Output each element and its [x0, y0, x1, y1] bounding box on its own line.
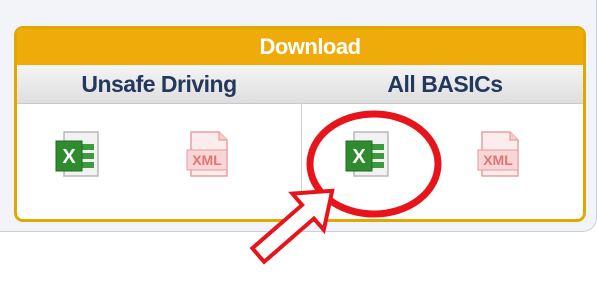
download-panel-container: Download Unsafe Driving All BASICs X XML… [0, 0, 597, 232]
unsafe-driving-xml-label: XML [192, 152, 222, 168]
unsafe-driving-excel-glyph: X [62, 146, 76, 168]
column-header-unsafe-driving: Unsafe Driving [81, 70, 237, 97]
all-basics-xml-label: XML [483, 152, 513, 168]
unsafe-driving-xml-download-button[interactable]: XML [183, 130, 231, 180]
column-divider [301, 103, 302, 219]
all-basics-excel-glyph: X [352, 146, 366, 168]
all-basics-xml-download-button[interactable]: XML [474, 130, 522, 180]
column-headers: Unsafe Driving All BASICs [17, 65, 583, 104]
excel-file-icon: X [55, 131, 99, 177]
download-box: Download Unsafe Driving All BASICs X XML… [14, 26, 586, 222]
column-header-all-basics: All BASICs [387, 70, 503, 97]
download-title: Download [259, 34, 361, 59]
xml-file-icon: XML [477, 131, 519, 177]
download-header: Download [17, 29, 583, 65]
xml-file-icon: XML [186, 131, 228, 177]
unsafe-driving-excel-download-button[interactable]: X [54, 130, 102, 180]
excel-file-icon: X [345, 131, 389, 177]
all-basics-excel-download-button[interactable]: X [344, 130, 392, 180]
